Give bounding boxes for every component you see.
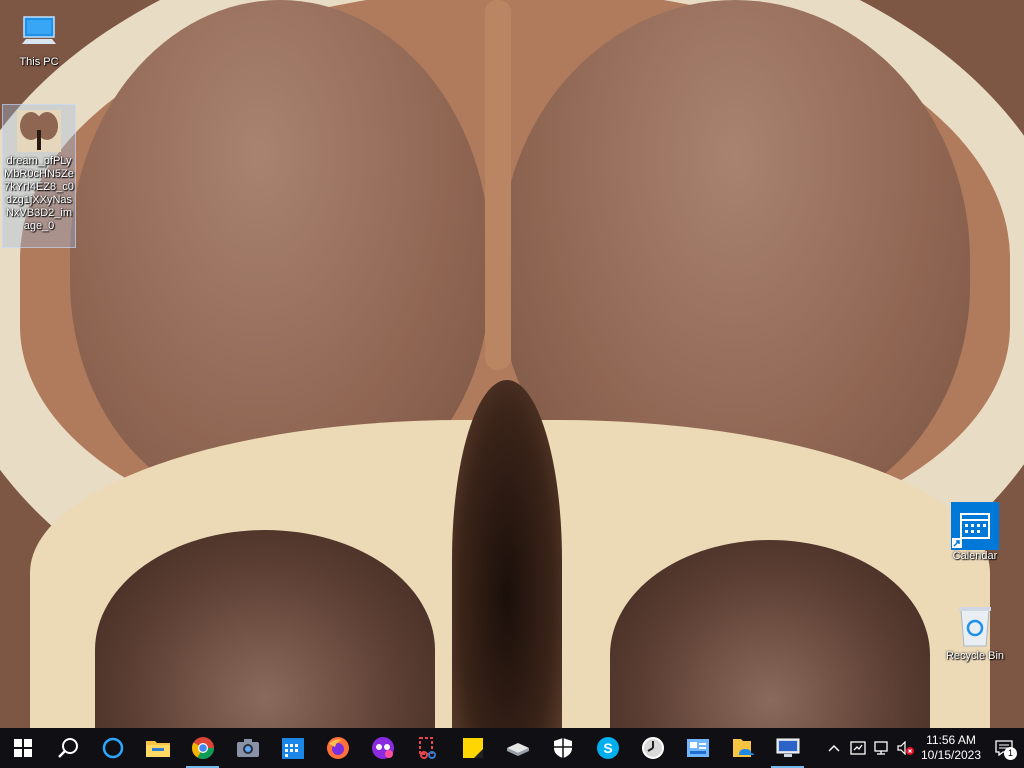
chrome-button[interactable] (180, 728, 225, 768)
this-pc-label: This PC (19, 56, 59, 68)
device-sync-icon (850, 741, 866, 755)
stack-icon (506, 743, 529, 756)
stack-button[interactable] (495, 728, 540, 768)
camera-button[interactable] (225, 728, 270, 768)
file-explorer-button[interactable] (135, 728, 180, 768)
svg-text:S: S (603, 740, 612, 756)
calendar-desktop-icon[interactable]: Calendar (938, 500, 1012, 565)
action-center-button[interactable]: 1 (984, 728, 1024, 768)
media-player-button[interactable] (360, 728, 405, 768)
security-button[interactable] (540, 728, 585, 768)
notification-badge: 1 (1004, 747, 1017, 760)
wallpaper-center-ridge (485, 0, 511, 370)
system-tray: 11:56 AM 10/15/2023 1 (822, 728, 1024, 768)
this-pc-icon (15, 10, 63, 54)
calendar-icon (281, 738, 304, 759)
cortana-icon (102, 737, 123, 759)
image-thumbnail-icon (15, 109, 63, 153)
volume-muted-icon (897, 741, 914, 755)
image-file-desktop-icon[interactable]: dream_pfPLyMbR0cHN5Ze7kYrI4EZ8_c0dzg1jXX… (2, 104, 76, 248)
taskbar: S 11:56 AM 10/15/2023 1 (0, 728, 1024, 768)
skype-button[interactable]: S (585, 728, 630, 768)
sticky-notes-icon (462, 738, 483, 758)
recycle-bin-desktop-icon[interactable]: Recycle Bin (938, 600, 1012, 665)
media-player-icon (371, 737, 394, 759)
tray-app-button[interactable] (846, 728, 870, 768)
clock-date: 10/15/2023 (920, 748, 982, 762)
this-pc-desktop-icon[interactable]: This PC (2, 6, 76, 71)
network-icon (874, 741, 888, 755)
remote-desktop-button[interactable] (765, 728, 810, 768)
control-panel-icon (686, 739, 709, 757)
start-button[interactable] (0, 728, 45, 768)
file-explorer-icon (145, 741, 170, 757)
calendar-label: Calendar (952, 550, 998, 562)
desktop[interactable]: This PC dream_pfPLyMbR0cHN5Ze7kYrI4EZ8_c… (0, 0, 1024, 728)
search-button[interactable] (45, 728, 90, 768)
onedrive-icon (732, 739, 754, 757)
snipping-tool-icon (418, 737, 436, 759)
calendar-icon (951, 502, 999, 550)
camera-icon (236, 739, 259, 757)
volume-button[interactable] (894, 728, 918, 768)
recycle-bin-icon (951, 604, 999, 648)
search-icon (57, 738, 78, 758)
calendar-taskbar-button[interactable] (270, 728, 315, 768)
chevron-up-icon (828, 744, 840, 752)
taskbar-clock[interactable]: 11:56 AM 10/15/2023 (918, 733, 984, 763)
control-panel-button[interactable] (675, 728, 720, 768)
skype-icon: S (596, 737, 619, 759)
clock-app-button[interactable] (630, 728, 675, 768)
snipping-tool-button[interactable] (405, 728, 450, 768)
remote-desktop-icon (776, 738, 799, 757)
shield-icon (553, 738, 572, 758)
clock-icon (641, 737, 664, 759)
onedrive-button[interactable] (720, 728, 765, 768)
show-hidden-icons-button[interactable] (822, 728, 846, 768)
firefox-button[interactable] (315, 728, 360, 768)
cortana-button[interactable] (90, 728, 135, 768)
recycle-bin-label: Recycle Bin (945, 650, 1005, 662)
firefox-icon (326, 737, 349, 759)
wallpaper-center-slit (452, 380, 562, 728)
sticky-notes-button[interactable] (450, 728, 495, 768)
clock-time: 11:56 AM (926, 733, 976, 747)
start-icon (13, 739, 32, 757)
network-button[interactable] (870, 728, 894, 768)
chrome-icon (191, 737, 214, 759)
image-file-label: dream_pfPLyMbR0cHN5Ze7kYrI4EZ8_c0dzg1jXX… (4, 155, 74, 232)
